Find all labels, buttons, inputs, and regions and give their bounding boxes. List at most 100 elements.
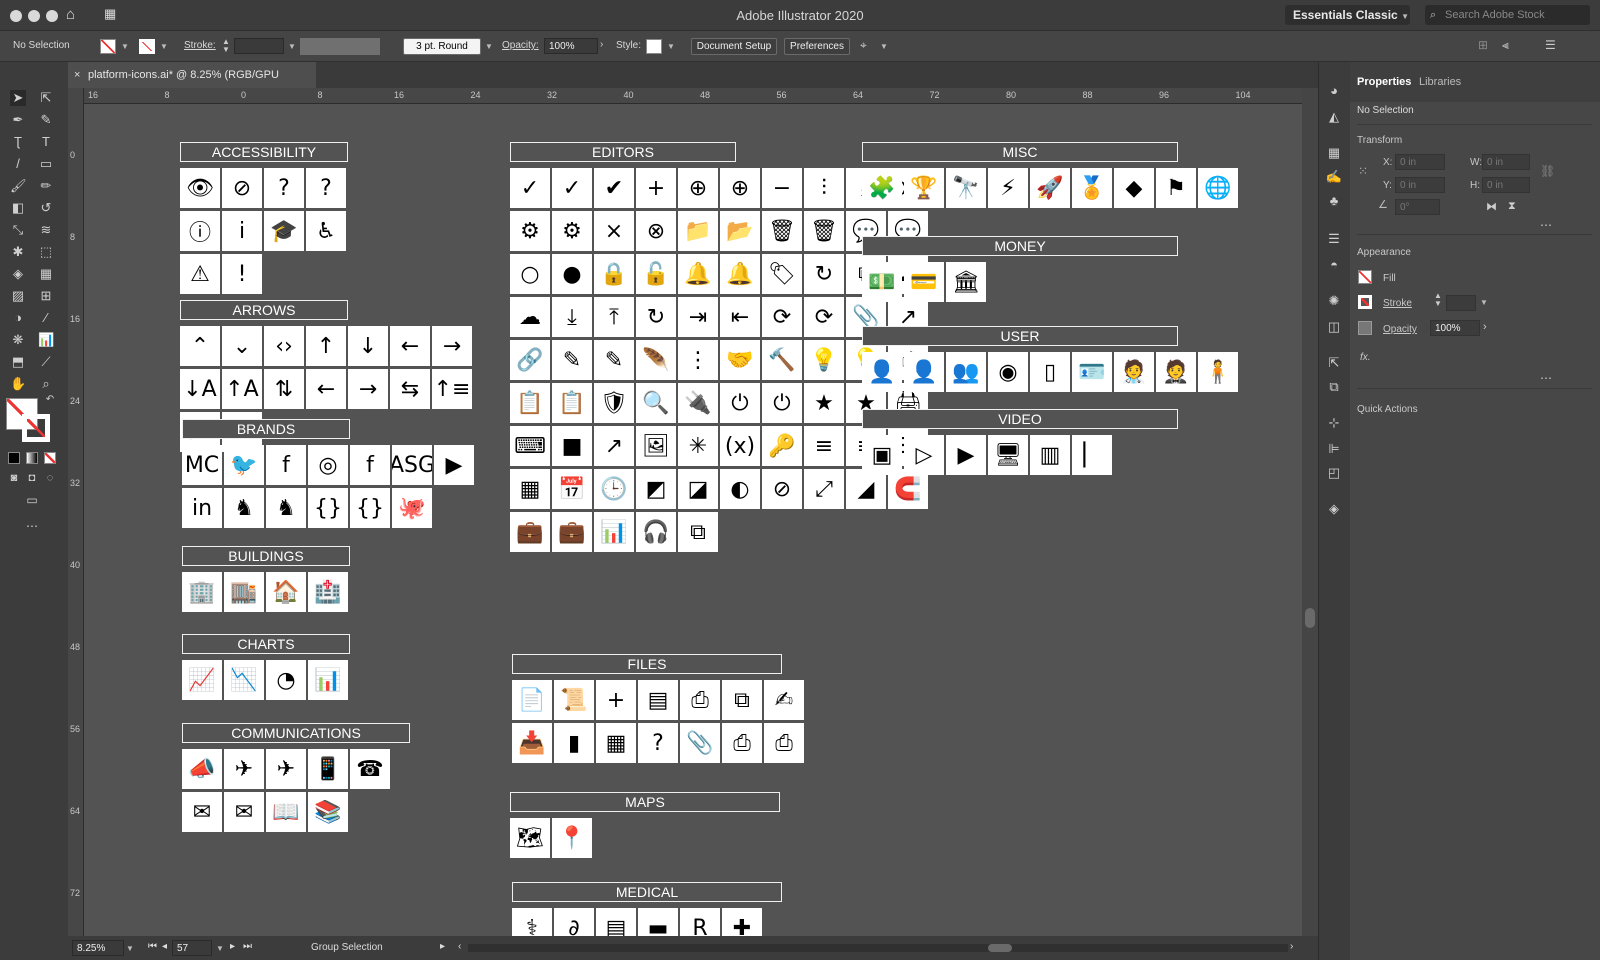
section-title[interactable]: FILES [512, 654, 782, 674]
artwork-icon[interactable]: 🏬 [224, 572, 264, 612]
artwork-icon[interactable]: 🔒 [594, 254, 634, 294]
artwork-icon[interactable]: 📖 [266, 792, 306, 832]
artwork-icon[interactable]: 🚀 [1030, 168, 1070, 208]
artwork-icon[interactable]: ☎ [350, 749, 390, 789]
artwork-icon[interactable]: → [432, 326, 472, 366]
gradient-tool-icon[interactable]: ▨ [10, 288, 26, 304]
artwork-icon[interactable]: 🔑 [762, 426, 802, 466]
artwork-icon[interactable]: 🧩 [862, 168, 902, 208]
artwork-icon[interactable]: ✚ [722, 908, 762, 936]
artwork-icon[interactable]: ⚠ [180, 254, 220, 294]
artwork-icon[interactable]: 🔭 [946, 168, 986, 208]
tab-properties[interactable]: Properties [1357, 76, 1411, 88]
section-title[interactable]: COMMUNICATIONS [182, 723, 410, 743]
artwork-icon[interactable]: 💼 [510, 512, 550, 552]
artwork-icon[interactable]: 🏠 [266, 572, 306, 612]
artwork-icon[interactable]: ↻ [636, 297, 676, 337]
artwork-icon[interactable]: ⫶ [804, 168, 844, 208]
chevron-down-icon[interactable]: ▼ [667, 42, 675, 51]
artwork-icon[interactable]: ◐ [720, 469, 760, 509]
graphic-styles-icon[interactable]: ◫ [1325, 318, 1343, 336]
chevron-down-icon[interactable]: ▼ [121, 42, 129, 51]
artwork-icon[interactable]: i [222, 211, 262, 251]
chevron-right-icon[interactable]: › [1483, 321, 1487, 333]
transform-icon[interactable]: ⌖ [860, 38, 867, 53]
artwork-icon[interactable]: 🕒 [594, 469, 634, 509]
stroke-swatch[interactable] [139, 39, 155, 54]
artwork-icon[interactable]: 🌐 [1198, 168, 1238, 208]
chevron-down-icon[interactable]: ▼ [880, 42, 888, 51]
artwork-icon[interactable]: ← [306, 369, 346, 409]
artwork-icon[interactable]: ↓A [180, 369, 220, 409]
artwork-icon[interactable]: ✈ [266, 749, 306, 789]
artwork-icon[interactable]: ▦ [510, 469, 550, 509]
section-title[interactable]: MISC [862, 142, 1178, 162]
stroke-panel-icon[interactable]: ☰ [1325, 230, 1343, 248]
artwork-icon[interactable]: ✉ [182, 792, 222, 832]
opacity-field[interactable]: 100% [544, 38, 598, 54]
panel-menu-icon[interactable]: ☰ [1545, 38, 1556, 52]
artwork-icon[interactable]: ≡ [804, 426, 844, 466]
artwork-icon[interactable]: ⧉ [678, 512, 718, 552]
rotate-field[interactable]: 0° [1395, 199, 1440, 215]
direct-selection-tool-icon[interactable]: ⇱ [38, 90, 54, 106]
artwork-icon[interactable]: 📍 [552, 818, 592, 858]
align-icon[interactable]: ⊞ [1478, 38, 1488, 52]
section-title[interactable]: ARROWS [180, 300, 348, 320]
artwork-icon[interactable]: 💵 [862, 262, 902, 302]
color-guide-icon[interactable]: ◕ [1325, 82, 1343, 100]
horizontal-ruler[interactable]: 16 8 0 8 16 24 32 40 48 56 64 72 80 88 96 104 [84, 88, 1302, 104]
artboards-panel-icon[interactable]: ⧉ [1325, 378, 1343, 396]
symbol-sprayer-tool-icon[interactable]: ❋ [10, 332, 26, 348]
artwork-icon[interactable]: ☁ [510, 297, 550, 337]
artwork-icon[interactable]: ⇥ [678, 297, 718, 337]
artwork-icon[interactable]: ⊕ [678, 168, 718, 208]
draw-normal-icon[interactable]: ◙ [6, 470, 22, 486]
artwork-icon[interactable]: ▶ [434, 445, 474, 485]
y-field[interactable]: 0 in [1395, 177, 1445, 193]
artwork-icon[interactable]: ⟳ [762, 297, 802, 337]
artwork-icon[interactable]: ⎙ [722, 723, 762, 763]
swap-colors-icon[interactable]: ↶ [42, 392, 58, 408]
artwork-icon[interactable]: 📣 [182, 749, 222, 789]
artwork-icon[interactable]: 👤 [862, 352, 902, 392]
section-title[interactable]: CHARTS [182, 634, 350, 654]
transform-panel-icon[interactable]: ⊹ [1325, 414, 1343, 432]
artwork-icon[interactable]: 🔍 [636, 383, 676, 423]
artwork-icon[interactable]: 🎓 [264, 211, 304, 251]
artwork-icon[interactable]: 🏷 [762, 254, 802, 294]
brush-definition[interactable]: 3 pt. Round [403, 38, 481, 55]
artwork-icon[interactable]: ▤ [596, 908, 636, 936]
artwork-icon[interactable]: ★ [804, 383, 844, 423]
artwork-icon[interactable]: 🏛 [946, 262, 986, 302]
paintbrush-tool-icon[interactable]: 🖌 [10, 178, 27, 194]
artwork-icon[interactable]: (x) [720, 426, 760, 466]
artwork-icon[interactable]: 🤝 [720, 340, 760, 380]
document-setup-button[interactable]: Document Setup [691, 38, 777, 55]
mesh-tool-icon[interactable]: ⊞ [38, 288, 54, 304]
artwork-icon[interactable]: 🗑 [762, 211, 802, 251]
artwork-icon[interactable]: ⓘ [180, 211, 220, 251]
asset-export-icon[interactable]: ⇱ [1325, 354, 1343, 372]
artwork-icon[interactable]: ⏻ [720, 383, 760, 423]
workspace-switcher[interactable]: Essentials Classic ▼ [1285, 5, 1410, 25]
transparency-panel-icon[interactable]: ◓ [1325, 256, 1343, 274]
stroke-label[interactable]: Stroke: [184, 40, 216, 51]
draw-inside-icon[interactable]: ◌ [42, 470, 58, 486]
horizontal-scroll-thumb[interactable] [988, 944, 1012, 952]
artwork-icon[interactable]: 📊 [594, 512, 634, 552]
free-transform-tool-icon[interactable]: ⬚ [38, 244, 54, 260]
opacity-label[interactable]: Opacity: [502, 40, 539, 51]
artwork-icon[interactable]: ⤓ [552, 297, 592, 337]
artwork-icon[interactable]: {} [350, 488, 390, 528]
artwork-icon[interactable]: {} [308, 488, 348, 528]
artwork-icon[interactable]: ← [390, 326, 430, 366]
section-title[interactable]: VIDEO [862, 409, 1178, 429]
artwork-icon[interactable]: + [596, 680, 636, 720]
artwork-icon[interactable]: ✓ [510, 168, 550, 208]
swatches-panel-icon[interactable]: ▦ [1325, 144, 1343, 162]
constrain-proportions-icon[interactable]: ⛓ [1540, 164, 1555, 178]
artwork-icon[interactable]: 📚 [308, 792, 348, 832]
perspective-grid-tool-icon[interactable]: ▦ [38, 266, 54, 282]
close-tab-icon[interactable]: × [74, 62, 80, 88]
